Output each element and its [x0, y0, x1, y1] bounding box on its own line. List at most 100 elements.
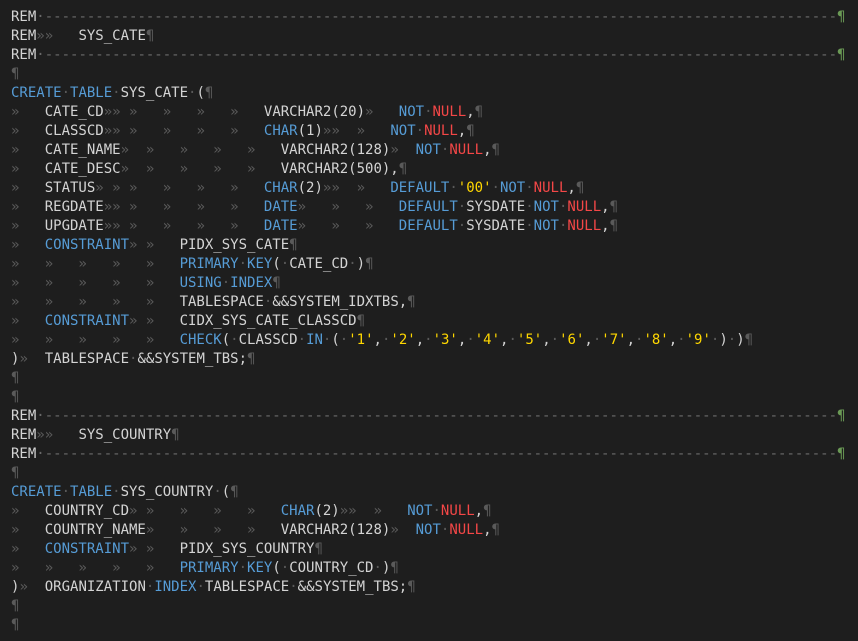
whitespace-marker: »» — [36, 28, 54, 44]
code-token: , — [668, 332, 678, 348]
code-line[interactable]: » CONSTRAINT» » PIDX_SYS_CATE¶ — [11, 236, 298, 255]
code-line[interactable]: » CATE_CD»» » » » » VARCHAR2(20)» NOT·NU… — [11, 103, 483, 122]
code-line[interactable]: ¶ — [11, 464, 19, 483]
code-line[interactable]: » » » » » PRIMARY·KEY(·CATE_CD·)¶ — [11, 255, 374, 274]
whitespace-marker: · — [550, 332, 560, 348]
code-token: ¶ — [837, 9, 846, 25]
code-line[interactable]: » STATUS» » » » » » CHAR(2)»» » DEFAULT·… — [11, 179, 584, 198]
code-token: NOT — [390, 123, 416, 139]
whitespace-marker: » — [11, 142, 45, 158]
code-token: TABLE — [70, 484, 113, 500]
whitespace-marker: ¶ — [356, 313, 366, 329]
whitespace-marker: · — [508, 332, 517, 348]
code-line[interactable]: » COUNTRY_NAME» » » » VARCHAR2(128)» NOT… — [11, 521, 500, 540]
code-line[interactable]: » » » » » PRIMARY·KEY(·COUNTRY_CD·)¶ — [11, 559, 399, 578]
code-line[interactable]: ¶ — [11, 388, 19, 407]
whitespace-marker: » — [19, 579, 45, 595]
code-line[interactable]: REM·------------------------------------… — [11, 445, 845, 464]
whitespace-marker: · — [221, 275, 231, 291]
code-token: REM — [11, 408, 37, 424]
code-line[interactable]: CREATE·TABLE·SYS_COUNTRY·(¶ — [11, 483, 239, 502]
code-token: '1' — [348, 332, 374, 348]
code-token: COUNTRY_CD — [289, 560, 374, 576]
code-line[interactable]: » UPGDATE»» » » » » DATE» » » DEFAULT·SY… — [11, 217, 618, 236]
whitespace-marker: » — [11, 313, 45, 329]
code-token: KEY — [247, 560, 273, 576]
code-line[interactable]: » » » » » TABLESPACE·&&SYSTEM_IDXTBS,¶ — [11, 293, 416, 312]
code-line[interactable]: » COUNTRY_CD» » » » » CHAR(2)»» » NOT·NU… — [11, 502, 492, 521]
code-token: DEFAULT — [398, 199, 458, 215]
code-token: CHECK — [179, 332, 222, 348]
code-line[interactable]: REM»» SYS_COUNTRY¶ — [11, 426, 180, 445]
whitespace-marker: · — [297, 332, 307, 348]
code-line[interactable]: REM·------------------------------------… — [11, 8, 845, 27]
code-token: USING — [179, 275, 222, 291]
whitespace-marker: · — [525, 180, 534, 196]
code-line[interactable]: » CLASSCD»» » » » » CHAR(1)»» » NOT·NULL… — [11, 122, 475, 141]
code-token: KEY — [247, 256, 273, 272]
code-token: ·---------------------------------------… — [36, 9, 838, 25]
whitespace-marker: · — [61, 85, 71, 101]
whitespace-marker: » — [390, 522, 416, 538]
code-token: CONSTRAINT — [44, 541, 130, 557]
code-token: DEFAULT — [398, 218, 458, 234]
whitespace-marker: ¶ — [11, 465, 20, 481]
code-line[interactable]: )» TABLESPACE·&&SYSTEM_TBS;¶ — [11, 350, 255, 369]
code-token: CLASSCD — [238, 332, 298, 348]
code-line[interactable]: » » » » » CHECK(·CLASSCD·IN·(·'1',·'2',·… — [11, 331, 753, 350]
code-line[interactable]: » REGDATE»» » » » » DATE» » » DEFAULT·SY… — [11, 198, 618, 217]
code-line[interactable]: » CATE_DESC» » » » » VARCHAR2(500),¶ — [11, 160, 407, 179]
code-token: UPGDATE — [44, 218, 104, 234]
code-token: , — [415, 332, 425, 348]
whitespace-marker: ¶ — [575, 180, 585, 196]
code-token: ) — [719, 332, 728, 348]
code-line[interactable]: » CONSTRAINT» » PIDX_SYS_COUNTRY¶ — [11, 540, 323, 559]
code-token: , — [474, 503, 484, 519]
code-line[interactable]: » » » » » USING·INDEX¶ — [11, 274, 281, 293]
code-editor[interactable]: REM ·------------------------------------… — [0, 0, 858, 641]
code-token: SYS_COUNTRY — [120, 484, 214, 500]
code-line[interactable]: ¶ — [11, 369, 19, 388]
whitespace-marker: ¶ — [11, 370, 20, 386]
code-line[interactable]: REM·------------------------------------… — [11, 407, 845, 426]
code-token: CONSTRAINT — [44, 237, 130, 253]
whitespace-marker: ¶ — [398, 161, 408, 177]
whitespace-marker: · — [238, 256, 248, 272]
whitespace-marker: · — [592, 332, 602, 348]
whitespace-marker: ¶ — [314, 541, 323, 557]
code-token: NULL — [533, 180, 568, 196]
code-token: CATE_CD — [289, 256, 349, 272]
code-line[interactable]: ¶ — [11, 616, 19, 635]
code-token: INDEX — [154, 579, 197, 595]
code-line[interactable]: )» ORGANIZATION·INDEX·TABLESPACE·&&SYSTE… — [11, 578, 416, 597]
code-token: PIDX_SYS_CATE — [179, 237, 290, 253]
whitespace-marker: · — [457, 199, 467, 215]
code-token: , — [567, 180, 576, 196]
code-token: DEFAULT — [390, 180, 450, 196]
code-token: NULL — [440, 503, 475, 519]
code-line[interactable]: CREATE·TABLE·SYS_CATE·(¶ — [11, 84, 213, 103]
code-token: ¶ — [837, 446, 846, 462]
whitespace-marker: · — [415, 123, 425, 139]
code-line[interactable]: REM·------------------------------------… — [11, 46, 845, 65]
code-token: CHAR — [263, 123, 298, 139]
code-token: NULL — [449, 142, 484, 158]
whitespace-marker: » — [390, 142, 416, 158]
code-line[interactable]: REM»» SYS_CATE¶ — [11, 27, 154, 46]
whitespace-marker: · — [432, 503, 441, 519]
whitespace-marker: ¶ — [171, 427, 180, 443]
code-token: CHAR — [280, 503, 315, 519]
code-token: NOT — [415, 522, 441, 538]
code-line[interactable]: » CATE_NAME» » » » » VARCHAR2(128)» NOT·… — [11, 141, 500, 160]
whitespace-marker: » » » » » — [11, 560, 180, 576]
whitespace-marker: · — [466, 332, 475, 348]
whitespace-marker: » — [19, 351, 45, 367]
code-token: , — [601, 218, 610, 234]
code-line[interactable]: ¶ — [11, 65, 19, 84]
code-line[interactable]: » CONSTRAINT» » CIDX_SYS_CATE_CLASSCD¶ — [11, 312, 365, 331]
code-token: NULL — [432, 104, 467, 120]
code-line[interactable]: ¶ — [11, 597, 19, 616]
whitespace-marker: » » » — [297, 199, 399, 215]
whitespace-marker: · — [677, 332, 686, 348]
code-token: DATE — [263, 199, 298, 215]
